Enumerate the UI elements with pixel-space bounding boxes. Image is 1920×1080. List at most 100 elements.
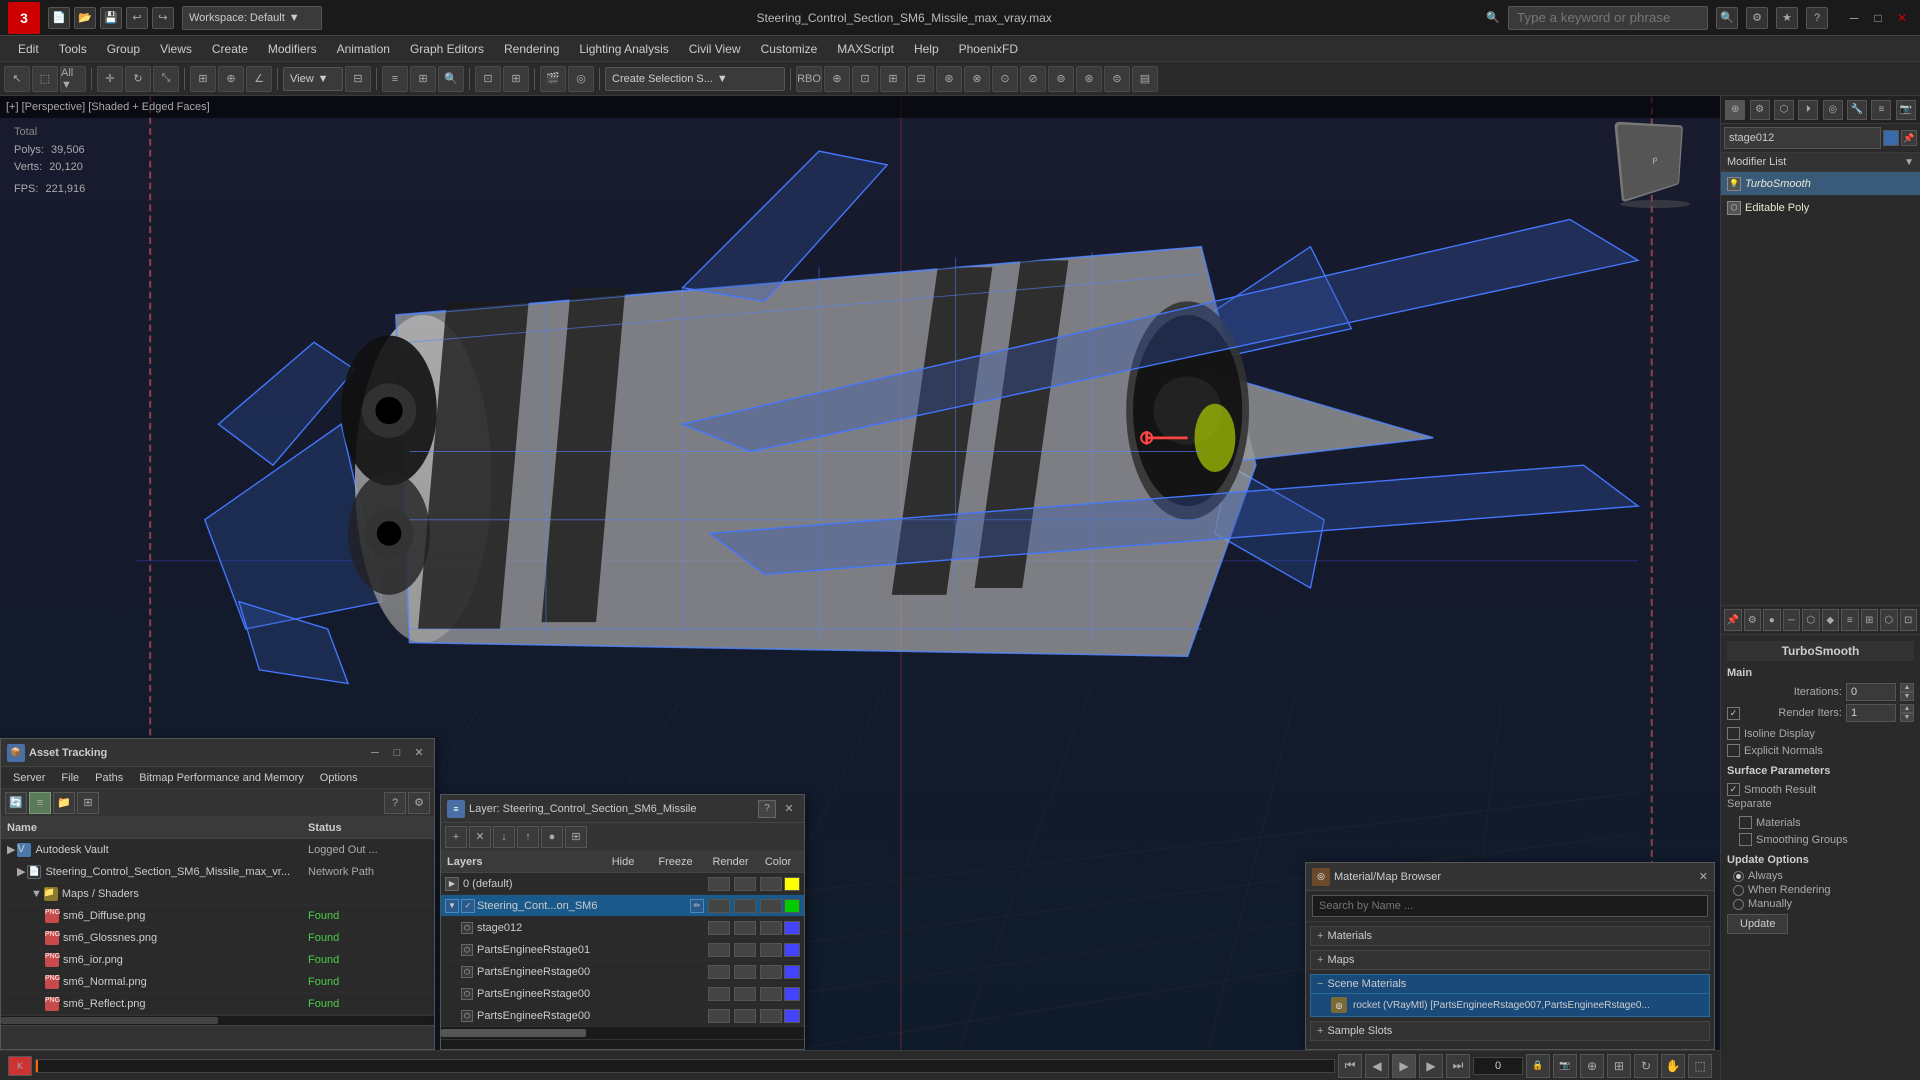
search-btn[interactable]: 🔍 [1716,7,1738,29]
always-radio[interactable] [1733,871,1744,882]
mb-scene-materials-header[interactable]: − Scene Materials [1310,974,1710,994]
materials-checkbox[interactable] [1739,816,1752,829]
parts1-hide-cell[interactable] [708,943,730,957]
extra-btn10[interactable]: ⊛ [1076,66,1102,92]
menu-modifiers[interactable]: Modifiers [258,40,327,58]
parts4-hide-cell[interactable] [708,1009,730,1023]
parts2-color[interactable] [784,965,800,979]
view-dropdown[interactable]: View ▼ [283,67,343,91]
save-btn[interactable]: 💾 [100,7,122,29]
smoothing-groups-checkbox[interactable] [1739,833,1752,846]
stage012-color[interactable] [784,921,800,935]
angle-snap-btn[interactable]: ∠ [246,66,272,92]
parts3-color[interactable] [784,987,800,1001]
extra-btn4[interactable]: ⊟ [908,66,934,92]
minimize-btn[interactable]: ─ [1844,8,1864,28]
manually-radio[interactable] [1733,899,1744,910]
ap-maximize-btn[interactable]: □ [388,744,406,762]
maximize-btn[interactable]: □ [1868,8,1888,28]
parts3-freeze-cell[interactable] [734,987,756,1001]
extra-btn1[interactable]: ⊕ [824,66,850,92]
border-mode-btn[interactable]: ⊞ [1861,609,1879,631]
ap-row-glossnes[interactable]: PNG sm6_Glossnes.png Found [1,927,434,949]
scene-exp-btn[interactable]: 🔍 [438,66,464,92]
material-browser-search-input[interactable] [1312,895,1708,917]
default-hide-cell[interactable] [708,877,730,891]
mb-materials-header[interactable]: + Materials [1310,926,1710,946]
lp-row-parts1[interactable]: ⬡ PartsEngineeRstage01 [441,939,804,961]
edge-mode-btn[interactable]: ≡ [1841,609,1859,631]
parts1-color[interactable] [784,943,800,957]
lp-delete-layer-btn[interactable]: ✕ [469,826,491,848]
extra-btn11[interactable]: ⊜ [1104,66,1130,92]
redo-btn[interactable]: ↪ [152,7,174,29]
go-to-end-btn[interactable]: ⏭ [1446,1054,1470,1078]
object-color-swatch[interactable] [1883,130,1899,146]
ap-refresh-btn[interactable]: 🔄 [5,792,27,814]
ap-row-diffuse[interactable]: PNG sm6_Diffuse.png Found [1,905,434,927]
reference-btn[interactable]: ⊞ [190,66,216,92]
modifier-list-dropdown[interactable]: Modifier List ▼ [1721,153,1920,172]
menu-tools[interactable]: Tools [49,40,97,58]
snap-btn[interactable]: ⊕ [218,66,244,92]
nav-zoom-all-btn[interactable]: ⊞ [1607,1054,1631,1078]
smooth-result-checkbox[interactable] [1727,783,1740,796]
extra-btn3[interactable]: ⊞ [880,66,906,92]
ap-row-reflect[interactable]: PNG sm6_Reflect.png Found [1,993,434,1015]
go-to-start-btn[interactable]: ⏮ [1338,1054,1362,1078]
iterations-up[interactable]: ▲ [1900,683,1914,692]
vertex-mode-btn[interactable]: ◆ [1822,609,1840,631]
open-btn[interactable]: 📂 [74,7,96,29]
viewport-cube[interactable]: P [1620,126,1700,206]
pin-btn[interactable]: 📌 [1901,130,1917,146]
workspace-dropdown[interactable]: Workspace: Default ▼ [182,6,322,30]
ap-close-btn[interactable]: ✕ [410,744,428,762]
editable-poly-modifier[interactable]: ⬡ Editable Poly [1721,196,1920,220]
lp-hscrollbar[interactable] [441,1039,804,1049]
ap-row-maps-folder[interactable]: ▼ 📁 Maps / Shaders [1,883,434,905]
parts3-hide-cell[interactable] [708,987,730,1001]
extra-btn8[interactable]: ⊘ [1020,66,1046,92]
material-editor-btn[interactable]: ◎ [568,66,594,92]
lp-set-current-btn[interactable]: ● [541,826,563,848]
when-rendering-radio[interactable] [1733,885,1744,896]
stage012-freeze-cell[interactable] [734,921,756,935]
select-btn[interactable]: ↖ [4,66,30,92]
steering-edit-icon[interactable]: ✏ [690,899,704,913]
ap-hscrollbar[interactable] [1,1015,434,1025]
lp-row-default[interactable]: ▶ 0 (default) [441,873,804,895]
parts4-color[interactable] [784,1009,800,1023]
render-iters-down[interactable]: ▼ [1900,713,1914,722]
ap-menu-bitmap-perf[interactable]: Bitmap Performance and Memory [131,770,311,786]
frame-display[interactable]: 0 [1473,1057,1523,1075]
menu-civil-view[interactable]: Civil View [679,40,751,58]
settings-icon[interactable]: ⚙ [1746,7,1768,29]
display-panel-tab[interactable]: ◎ [1823,100,1843,120]
config-btn[interactable]: ⚙ [1744,609,1762,631]
nav-camera-btn[interactable]: 📷 [1553,1054,1577,1078]
close-btn[interactable]: ✕ [1892,8,1912,28]
ap-detail-view-btn[interactable]: ⊞ [77,792,99,814]
menu-maxscript[interactable]: MAXScript [827,40,904,58]
iterations-spinner[interactable]: ▲ ▼ [1900,683,1914,701]
explicit-normals-checkbox[interactable] [1727,744,1740,757]
steering-freeze-cell[interactable] [734,899,756,913]
next-frame-btn[interactable]: ▶ [1419,1054,1443,1078]
lp-row-stage012[interactable]: ⬡ stage012 [441,917,804,939]
rbo-btn[interactable]: RBO [796,66,822,92]
lp-add-to-layer-btn[interactable]: ↓ [493,826,515,848]
parts4-render-cell[interactable] [760,1009,782,1023]
ap-help-btn[interactable]: ? [384,792,406,814]
nav-pan-btn[interactable]: ✋ [1661,1054,1685,1078]
timeline-slider[interactable] [35,1059,1335,1073]
key-mode-btn[interactable]: K [8,1056,32,1076]
lp-help-btn[interactable]: ? [758,800,776,818]
iterations-value[interactable]: 0 [1846,683,1896,701]
lp-row-steering[interactable]: ▼ ✓ Steering_Cont...on_SM6 ✏ [441,895,804,917]
menu-group[interactable]: Group [97,40,150,58]
nav-orbit-btn[interactable]: ↻ [1634,1054,1658,1078]
extra-btn9[interactable]: ⊚ [1048,66,1074,92]
iterations-down[interactable]: ▼ [1900,692,1914,701]
mb-maps-header[interactable]: + Maps [1310,950,1710,970]
extra-btn5[interactable]: ⊛ [936,66,962,92]
